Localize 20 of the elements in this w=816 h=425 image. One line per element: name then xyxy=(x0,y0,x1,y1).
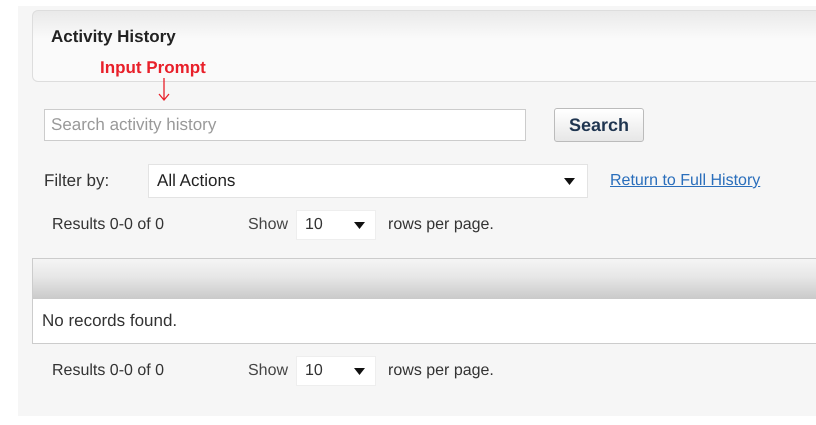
empty-message: No records found. xyxy=(41,310,178,332)
show-label: Show xyxy=(248,216,288,234)
dropdown-arrow-icon xyxy=(564,178,575,184)
search-field[interactable]: Search activity history xyxy=(44,109,526,141)
filter-select[interactable]: All Actions xyxy=(148,164,588,198)
panel-title: Activity History xyxy=(51,27,176,46)
results-count: Results 0-0 of 0 xyxy=(52,216,166,234)
rows-per-page-select[interactable]: 10 xyxy=(296,210,376,240)
filter-label: Filter by: xyxy=(44,171,110,191)
rows-per-page-label: rows per page. xyxy=(388,362,494,380)
search-button[interactable]: Search xyxy=(554,108,644,142)
show-label: Show xyxy=(248,362,288,380)
return-link[interactable]: Return to Full History xyxy=(610,172,760,190)
results-count: Results 0-0 of 0 xyxy=(52,362,166,380)
dropdown-arrow-icon xyxy=(354,222,366,228)
rows-per-page-select[interactable]: 10 xyxy=(296,356,376,386)
rows-per-page-label: rows per page. xyxy=(388,216,494,234)
dropdown-arrow-icon xyxy=(354,368,366,374)
annotation-label: Input Prompt xyxy=(100,58,206,78)
annotation-arrow-icon xyxy=(158,78,170,102)
